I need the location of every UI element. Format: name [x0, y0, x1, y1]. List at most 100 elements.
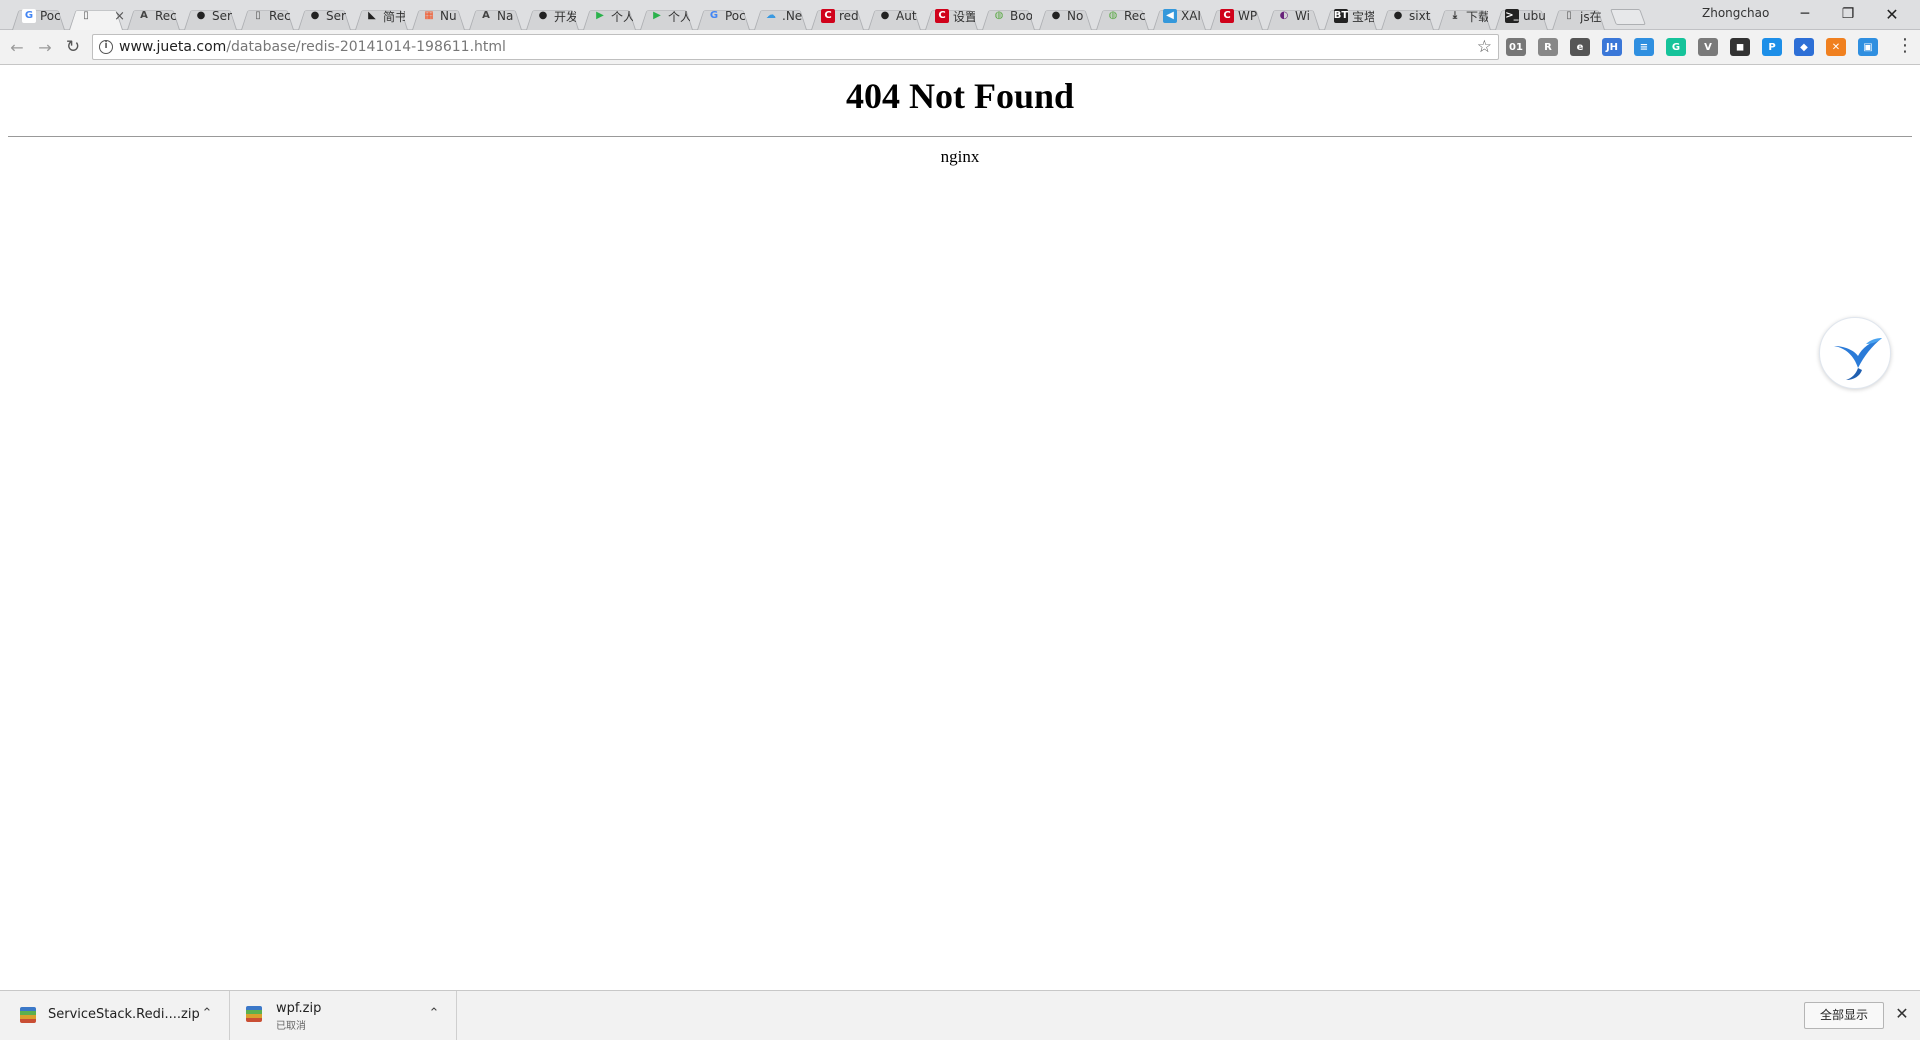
tab[interactable]: G Poc: [695, 2, 752, 30]
tab-title: Boo: [1010, 9, 1032, 23]
github-icon: ●: [310, 10, 320, 21]
ext-grammarly-icon[interactable]: G: [1666, 38, 1686, 56]
microsoft-icon: ▦: [424, 10, 434, 21]
tab[interactable]: ▯ js在: [1550, 2, 1607, 30]
ext-vue-icon[interactable]: V: [1698, 38, 1718, 56]
bt-icon: BT: [1333, 9, 1349, 23]
tab[interactable]: ◐ Wi: [1265, 2, 1322, 30]
tab[interactable]: ◍ Boo: [980, 2, 1037, 30]
tab-title: sixt: [1409, 9, 1431, 23]
download-shelf: ServiceStack.Redi....zip ⌃ wpf.zip 已取消 ⌃…: [0, 990, 1920, 1040]
csdn-icon: C: [935, 9, 949, 23]
show-all-button[interactable]: 全部显示: [1804, 1002, 1884, 1029]
page-content: 404 Not Found nginx: [0, 65, 1920, 990]
restore-button[interactable]: ❐: [1826, 0, 1870, 28]
google-icon: G: [22, 9, 36, 23]
tab[interactable]: ● Aut: [866, 2, 923, 30]
download-item[interactable]: wpf.zip 已取消 ⌃: [232, 991, 457, 1040]
tab[interactable]: ● Ser: [182, 2, 239, 30]
tab[interactable]: BT 宝塔: [1322, 2, 1379, 30]
tab-title: Rec: [155, 9, 177, 23]
tab-title: WP: [1238, 9, 1258, 23]
tab[interactable]: ◀ XAI: [1151, 2, 1208, 30]
download-icon: ⤓: [1452, 10, 1458, 21]
tab[interactable]: ▶ 个人: [638, 2, 695, 30]
new-tab-button[interactable]: [1610, 9, 1646, 25]
bookmark-star-icon[interactable]: ☆: [1477, 37, 1492, 57]
tab[interactable]: ▦ Nu: [410, 2, 467, 30]
tab-title: XAI: [1181, 9, 1201, 23]
tab-title: 宝塔: [1352, 9, 1374, 24]
tab[interactable]: ▶ 个人: [581, 2, 638, 30]
xamarin-icon: ◀: [1163, 9, 1177, 23]
browser-menu-icon[interactable]: ⋮: [1896, 36, 1914, 56]
tab[interactable]: ● Ser: [296, 2, 353, 30]
terminal-icon: >_: [1505, 9, 1519, 23]
site-info-icon[interactable]: i: [99, 40, 113, 54]
ext-orange-icon[interactable]: ✕: [1826, 38, 1846, 56]
tab-title: Rec: [1124, 9, 1146, 23]
ext-cat-icon[interactable]: ◼: [1730, 38, 1750, 56]
address-bar[interactable]: i www.jueta.com/database/redis-20141014-…: [92, 34, 1499, 60]
tab[interactable]: ⤓ 下载: [1436, 2, 1493, 30]
tab-title: ubu: [1523, 9, 1545, 23]
tab-title: 开发: [554, 9, 576, 24]
chevron-up-icon[interactable]: ⌃: [425, 1005, 443, 1023]
archive-icon: [20, 1007, 36, 1023]
ext-window-icon[interactable]: ▣: [1858, 38, 1878, 56]
reload-button[interactable]: ↻: [62, 36, 84, 58]
tab-title: Wi: [1295, 9, 1310, 23]
tab-title: Rec: [269, 9, 291, 23]
csdn-icon: C: [821, 9, 835, 23]
chevron-up-icon[interactable]: ⌃: [198, 1005, 216, 1023]
tab[interactable]: A Na: [467, 2, 524, 30]
tab[interactable]: ● No: [1037, 2, 1094, 30]
archive-icon: [246, 1006, 262, 1022]
ext-diamond-icon[interactable]: ◆: [1794, 38, 1814, 56]
tab-title: js在: [1580, 9, 1602, 24]
tab[interactable]: ☁ .Ne: [752, 2, 809, 30]
divider: [8, 136, 1912, 137]
close-shelf-icon[interactable]: ✕: [1891, 1003, 1913, 1025]
server-signature: nginx: [940, 147, 980, 166]
page-icon: ▯: [1566, 10, 1572, 21]
bird-float-icon[interactable]: [1819, 317, 1891, 389]
tab[interactable]: Cred: [809, 2, 866, 30]
tab-list: G Poc ▯ × A Rec ● Ser ▯ Rec ● Ser ◣ 简书 ▦ Nu A Na ● 开发 ▶ 个人 ▶ 个人…: [10, 2, 1646, 30]
tab[interactable]: C WP: [1208, 2, 1265, 30]
tab[interactable]: ● sixt: [1379, 2, 1436, 30]
tab[interactable]: ▯ ×: [67, 2, 125, 30]
tab-close-icon[interactable]: ×: [114, 9, 125, 24]
address-url[interactable]: www.jueta.com/database/redis-20141014-19…: [119, 39, 506, 55]
ext-pin-icon[interactable]: P: [1762, 38, 1782, 56]
tab[interactable]: ◣ 简书: [353, 2, 410, 30]
download-filename: wpf.zip: [276, 1001, 322, 1016]
tab[interactable]: ◍ Rec: [1094, 2, 1151, 30]
back-button[interactable]: ←: [6, 36, 28, 58]
page-icon: ▯: [83, 10, 89, 21]
github-icon: ●: [880, 10, 890, 21]
ext-01-icon[interactable]: 01: [1506, 38, 1526, 56]
tab[interactable]: G Poc: [10, 2, 67, 30]
download-item[interactable]: ServiceStack.Redi....zip ⌃: [0, 991, 230, 1040]
minimize-button[interactable]: ─: [1783, 0, 1827, 28]
ext-r-icon[interactable]: R: [1538, 38, 1558, 56]
tab-title: Poc: [725, 9, 746, 23]
tab-title: Ser: [212, 9, 232, 23]
ext-jh-icon[interactable]: JH: [1602, 38, 1622, 56]
ext-evernote-icon[interactable]: e: [1570, 38, 1590, 56]
window-close-button[interactable]: ✕: [1870, 0, 1914, 28]
forward-button[interactable]: →: [34, 36, 56, 58]
tab[interactable]: ● 开发: [524, 2, 581, 30]
download-status: 已取消: [276, 1021, 306, 1032]
tab[interactable]: C 设置: [923, 2, 980, 30]
tab[interactable]: >_ ubu: [1493, 2, 1550, 30]
profile-name[interactable]: Zhongchao: [1702, 6, 1769, 20]
ext-note-icon[interactable]: ≡: [1634, 38, 1654, 56]
jianshu-icon: ◣: [368, 10, 376, 21]
github-icon: ●: [538, 10, 548, 21]
tab-title: Aut: [896, 9, 917, 23]
page-title: 404 Not Found: [845, 76, 1075, 116]
tab[interactable]: A Rec: [125, 2, 182, 30]
tab[interactable]: ▯ Rec: [239, 2, 296, 30]
